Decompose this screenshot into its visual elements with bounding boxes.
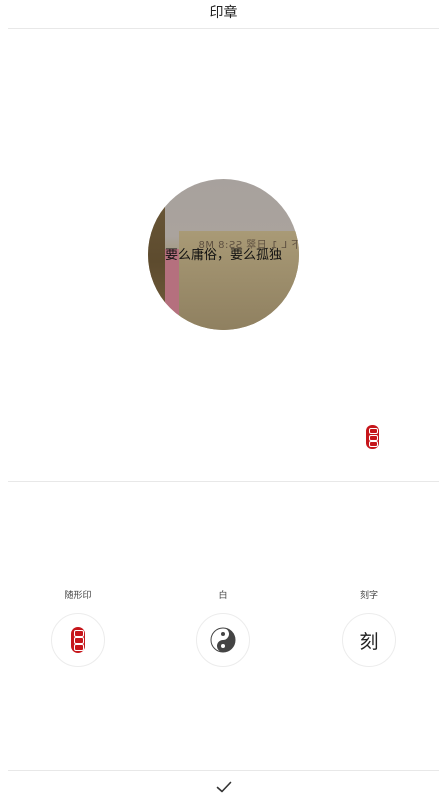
content-divider <box>8 481 439 482</box>
checkmark-icon <box>216 781 232 793</box>
option-label: 白 <box>218 591 228 601</box>
option-carve-text[interactable]: 刻字 刻 <box>314 589 424 667</box>
carve-character-icon: 刻 <box>359 630 379 653</box>
seal-stamp-icon[interactable] <box>366 425 379 449</box>
header-divider <box>8 28 439 29</box>
page-title: 印章 <box>209 5 238 21</box>
option-random-seal-button[interactable] <box>51 613 105 667</box>
option-white[interactable]: 白 <box>168 589 278 667</box>
footer-divider <box>8 770 439 771</box>
preview-caption: 要么庸俗，要么孤独 <box>164 248 282 263</box>
option-label: 随形印 <box>64 591 92 601</box>
confirm-button[interactable] <box>204 776 244 798</box>
option-carve-text-button[interactable]: 刻 <box>342 613 396 667</box>
yin-yang-icon <box>210 627 236 653</box>
option-white-button[interactable] <box>196 613 250 667</box>
red-seal-icon <box>71 627 85 653</box>
option-label: 刻字 <box>359 591 378 601</box>
option-random-seal[interactable]: 随形印 <box>23 589 133 667</box>
